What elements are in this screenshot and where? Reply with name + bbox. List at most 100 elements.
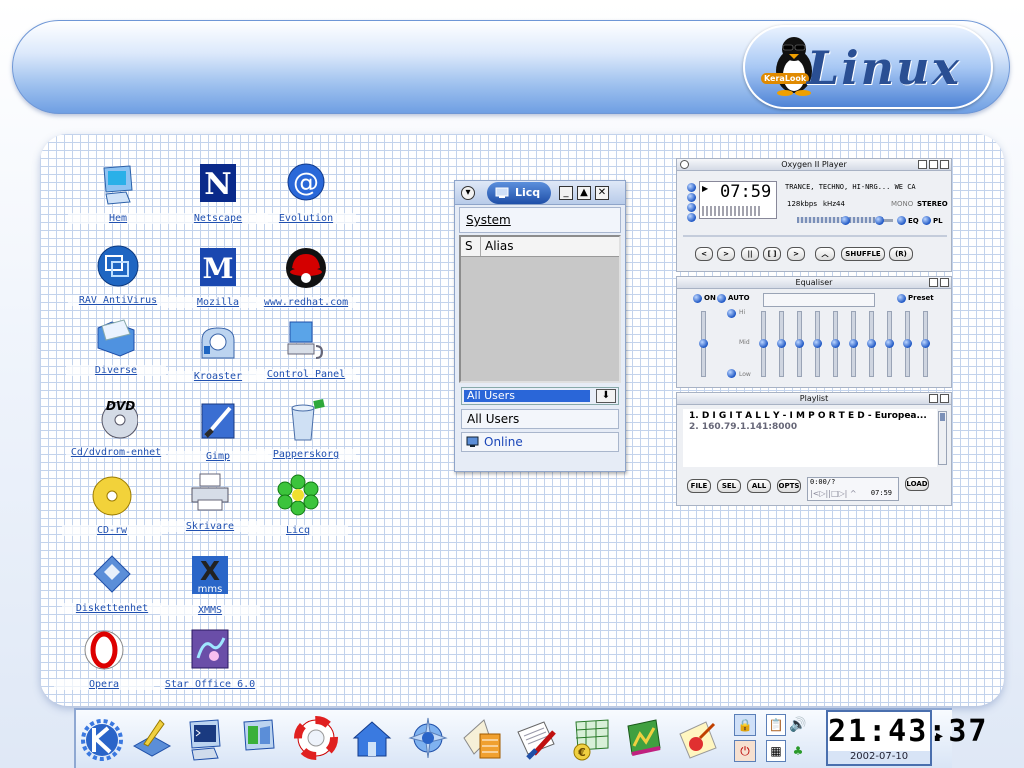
all-users-field[interactable]: All Users [461, 409, 619, 429]
desktop-icon-kroaster[interactable]: Kroaster [168, 320, 268, 382]
desktop-icon-licq[interactable]: Licq [248, 474, 348, 536]
pl-sel-button[interactable]: SEL [717, 479, 741, 493]
desktop-icon-gimp[interactable]: Gimp [168, 400, 268, 462]
preamp-knob[interactable] [699, 339, 708, 348]
player-titlebar[interactable]: Oxygen II Player [677, 159, 951, 171]
equalizer-titlebar[interactable]: Equaliser [677, 277, 951, 289]
licq-titlebar[interactable]: ▾ Licq _ ▲ ✕ [455, 181, 625, 205]
window-menu-button[interactable]: ▾ [461, 186, 475, 200]
terminal-icon[interactable] [182, 714, 226, 762]
column-status[interactable]: S [461, 237, 481, 256]
desktop-icon-rav-antivirus[interactable]: RAV AntiVirus [68, 244, 168, 306]
eq-band-knob[interactable] [885, 339, 894, 348]
desktop-icon-opera[interactable]: Opera [54, 628, 154, 690]
home-icon[interactable] [350, 714, 394, 762]
previous-button[interactable]: < [695, 247, 713, 261]
volume-icon[interactable]: 🔊 [788, 714, 808, 736]
eq-band-knob[interactable] [759, 339, 768, 348]
playlist-item[interactable]: 1. D I G I T A L L Y - I M P O R T E D -… [683, 409, 937, 421]
drawing-icon[interactable] [676, 714, 720, 762]
eq-band-knob[interactable] [813, 339, 822, 348]
eq-band-knob[interactable] [777, 339, 786, 348]
equalizer-shade-button[interactable] [929, 278, 938, 287]
eject-button[interactable]: ︿ [815, 247, 835, 261]
help-lifebuoy-icon[interactable] [294, 714, 338, 762]
pl-opts-button[interactable]: OPTS [777, 479, 801, 493]
pl-load-button[interactable]: LOAD [905, 477, 929, 491]
playlist-item[interactable]: 2. 160.79.1.141:8000 [683, 421, 937, 432]
track-title[interactable]: TRANCE, TECHNO, HI-NRG... WE CA [785, 183, 947, 193]
file-info-button[interactable] [687, 203, 696, 212]
network-icon[interactable]: ♣ [788, 740, 808, 762]
calendar-icon[interactable]: ▦ [766, 740, 786, 762]
player-close-button[interactable] [940, 160, 949, 169]
player-menu-icon[interactable] [680, 160, 689, 169]
desktop-icon-netscape[interactable]: N Netscape [168, 162, 268, 224]
clock[interactable]: 21:43:37 2002-07-10 [826, 710, 987, 766]
close-button[interactable]: ✕ [595, 186, 609, 200]
eq-band-knob[interactable] [831, 339, 840, 348]
eq-band-knob[interactable] [921, 339, 930, 348]
playlist-close-button[interactable] [940, 394, 949, 403]
eq-auto-toggle[interactable] [717, 294, 726, 303]
kmail-icon[interactable] [460, 714, 504, 762]
desktop-icon[interactable] [130, 714, 174, 762]
system-menu[interactable]: System [459, 207, 621, 233]
desktop-icon-evolution[interactable]: @ Evolution [256, 162, 356, 224]
taskbar-arrow-icon[interactable]: ▸ [936, 728, 943, 744]
player-minimize-button[interactable] [918, 160, 927, 169]
desktop-icon-cdrw[interactable]: CD-rw [62, 474, 162, 536]
konqueror-icon[interactable] [406, 714, 450, 762]
desktop-icon-hem[interactable]: Hem [68, 162, 168, 224]
balance-knob[interactable] [875, 216, 884, 225]
eq-toggle-label[interactable]: EQ [908, 217, 919, 225]
presentation-icon[interactable] [622, 714, 666, 762]
playlist-list[interactable]: 1. D I G I T A L L Y - I M P O R T E D -… [683, 409, 937, 467]
eq-band-knob[interactable] [903, 339, 912, 348]
contact-list[interactable]: S Alias [459, 235, 621, 383]
clipboard-icon[interactable]: 📋 [766, 714, 786, 736]
shuffle-button[interactable]: SHUFFLE [841, 247, 885, 261]
licq-title-tab[interactable]: Licq [487, 182, 551, 204]
eq-toggle-dot[interactable] [897, 216, 906, 225]
pl-toggle-label[interactable]: PL [933, 217, 943, 225]
eq-band-knob[interactable] [795, 339, 804, 348]
eq-on-toggle[interactable] [693, 294, 702, 303]
eq-band-knob[interactable] [867, 339, 876, 348]
system-monitor-icon[interactable] [236, 714, 280, 762]
dropdown-arrow-icon[interactable]: ⬇ [596, 389, 616, 403]
eq-band-knob[interactable] [849, 339, 858, 348]
options-button[interactable] [687, 183, 696, 192]
playlist-scroll-thumb[interactable] [940, 413, 945, 421]
text-editor-icon[interactable] [514, 714, 558, 762]
double-size-button[interactable] [687, 213, 696, 222]
status-field[interactable]: Online [461, 432, 619, 452]
pl-all-button[interactable]: ALL [747, 479, 771, 493]
desktop-icon-mozilla[interactable]: M Mozilla [168, 246, 268, 308]
preset-button-dot[interactable] [897, 294, 906, 303]
minimize-button[interactable]: _ [559, 186, 573, 200]
equalizer-close-button[interactable] [940, 278, 949, 287]
column-alias[interactable]: Alias [481, 237, 619, 256]
desktop-icon-trash[interactable]: Papperskorg [256, 398, 356, 460]
logout-icon[interactable]: ⏻ [734, 740, 756, 762]
pl-file-button[interactable]: FILE [687, 479, 711, 493]
playlist-titlebar[interactable]: Playlist [677, 393, 951, 405]
desktop-icon-dvd[interactable]: DVD Cd/dvdrom-enhet [66, 396, 166, 458]
volume-slider[interactable] [797, 217, 883, 223]
desktop-icon-diverse[interactable]: Diverse [66, 314, 166, 376]
pause-button[interactable]: || [741, 247, 759, 261]
volume-knob[interactable] [841, 216, 850, 225]
maximize-button[interactable]: ▲ [577, 186, 591, 200]
time-display[interactable]: ▶ 07:59 [699, 181, 777, 219]
always-on-top-button[interactable] [687, 193, 696, 202]
kde-menu-icon[interactable] [80, 714, 124, 762]
play-button[interactable]: > [717, 247, 735, 261]
preset-button[interactable]: Preset [908, 294, 934, 302]
pl-mini-controls[interactable]: |<▷||□▷| ^ [810, 489, 857, 498]
lock-screen-icon[interactable]: 🔒 [734, 714, 756, 736]
desktop-icon-xmms[interactable]: Xmms XMMS [160, 554, 260, 616]
playlist-shade-button[interactable] [929, 394, 938, 403]
repeat-button[interactable]: (R) [889, 247, 913, 261]
next-button[interactable]: > [787, 247, 805, 261]
